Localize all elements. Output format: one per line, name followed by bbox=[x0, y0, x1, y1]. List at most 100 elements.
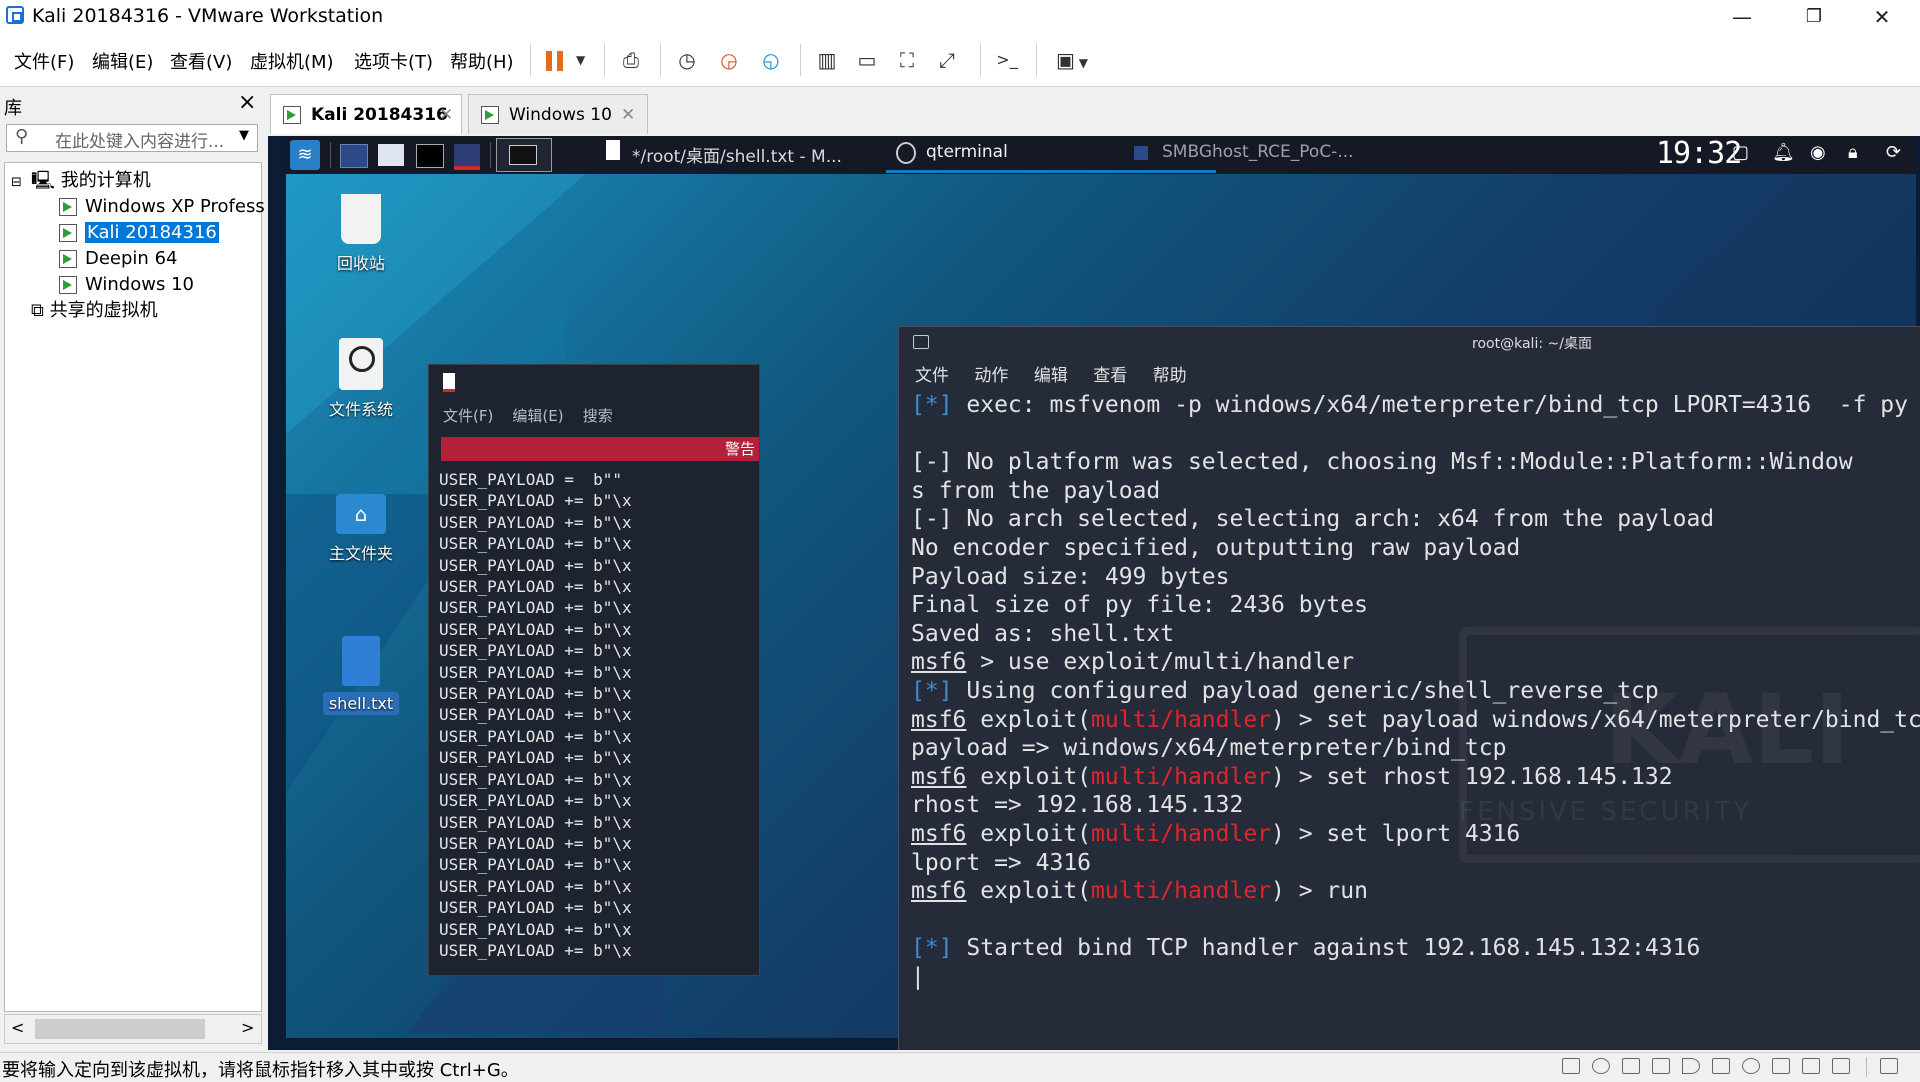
power-icon[interactable]: ⟳ bbox=[1886, 142, 1901, 163]
sound-card-icon[interactable] bbox=[1682, 1058, 1700, 1074]
tree-item-deepin[interactable]: Deepin 64 bbox=[59, 247, 177, 271]
message-log-icon[interactable] bbox=[1832, 1058, 1850, 1074]
collapse-toggle-icon[interactable]: ⊟ bbox=[11, 171, 22, 195]
editor-menu-search[interactable]: 搜索 bbox=[583, 407, 613, 425]
task-editor[interactable]: */root/桌面/shell.txt - M... bbox=[632, 142, 842, 167]
tab-kali[interactable]: Kali 20184316 ✕ bbox=[270, 94, 462, 134]
cd-dvd-icon[interactable] bbox=[1592, 1058, 1610, 1074]
tab-label: Kali 20184316 bbox=[311, 105, 448, 125]
task-qterminal[interactable]: qterminal bbox=[926, 142, 1008, 162]
terminal-menu-edit[interactable]: 编辑 bbox=[1034, 366, 1068, 386]
vm-display[interactable]: ≋ */root/桌面/shell.txt - M... qterminal S… bbox=[268, 136, 1920, 1050]
snapshot-manager-icon[interactable]: ◵ bbox=[752, 42, 790, 78]
tab-close-icon[interactable]: ✕ bbox=[439, 95, 453, 135]
tree-item-kali[interactable]: Kali 20184316 bbox=[59, 221, 219, 245]
terminal-launcher-icon[interactable] bbox=[416, 144, 444, 168]
tree-item-shared-vms[interactable]: ⧉ 共享的虚拟机 bbox=[31, 299, 158, 323]
desktop-icon-trash[interactable]: 回收站 bbox=[306, 194, 416, 274]
menu-vm[interactable]: 虚拟机(M) bbox=[250, 48, 334, 74]
editor-code: USER_PAYLOAD = b"" USER_PAYLOAD += b"\x US… bbox=[439, 469, 632, 961]
floppy-icon[interactable] bbox=[1802, 1058, 1820, 1074]
display-icon[interactable] bbox=[1772, 1058, 1790, 1074]
editor-code-line: USER_PAYLOAD += b"\x bbox=[439, 705, 632, 725]
tree-item-windows-10[interactable]: Windows 10 bbox=[59, 273, 194, 297]
menu-tabs[interactable]: 选项卡(T) bbox=[354, 48, 433, 74]
menu-help[interactable]: 帮助(H) bbox=[450, 48, 514, 74]
task-smbghost[interactable]: SMBGhost_RCE_PoC-... bbox=[1162, 142, 1354, 162]
library-search-input[interactable]: 在此处键入内容进行... bbox=[55, 127, 224, 152]
terminal-menu-file[interactable]: 文件 bbox=[915, 366, 949, 386]
show-library-icon[interactable]: ▥ bbox=[808, 42, 846, 78]
file-manager-icon[interactable] bbox=[378, 144, 404, 166]
terminal-window[interactable]: root@kali: ~/桌面 _ ◻ ✕ 文件 动作 编辑 查看 帮助 KAL… bbox=[898, 326, 1920, 1050]
panel-clock[interactable]: 19:32 bbox=[1656, 136, 1742, 171]
search-dropdown-icon[interactable]: ▼ bbox=[239, 128, 249, 143]
show-desktop-icon[interactable] bbox=[340, 144, 368, 168]
terminal-output[interactable]: [*] exec: msfvenom -p windows/x64/meterp… bbox=[911, 391, 1920, 991]
workspace-switcher[interactable] bbox=[496, 138, 552, 172]
scroll-right-icon[interactable]: > bbox=[241, 1018, 254, 1037]
hard-disk-icon[interactable] bbox=[1562, 1058, 1580, 1074]
terminal-menu-actions[interactable]: 动作 bbox=[974, 366, 1008, 386]
terminal-line: Payload size: 499 bytes bbox=[911, 563, 1230, 590]
printer-icon[interactable] bbox=[1652, 1058, 1670, 1074]
desktop-icon-label: 主文件夹 bbox=[328, 544, 393, 563]
desktop-icon-filesystem[interactable]: 文件系统 bbox=[306, 338, 416, 420]
editor-menu-edit[interactable]: 编辑(E) bbox=[512, 407, 563, 425]
browser-icon[interactable] bbox=[454, 144, 480, 170]
close-button[interactable]: ✕ bbox=[1852, 0, 1912, 34]
maximize-button[interactable]: ❐ bbox=[1784, 0, 1844, 34]
vm-icon bbox=[59, 250, 77, 268]
console-view-icon[interactable]: >_ bbox=[988, 42, 1026, 78]
usb-device-icon[interactable] bbox=[1712, 1058, 1730, 1074]
terminal-line: msf6 exploit(multi/handler) > set lport … bbox=[911, 820, 1521, 847]
shared-vms-icon: ⧉ bbox=[31, 300, 44, 321]
library-search-box[interactable]: ⚲ 在此处键入内容进行... ▼ bbox=[6, 124, 258, 152]
computer-icon: 🖳 bbox=[31, 170, 56, 191]
scrollbar-thumb[interactable] bbox=[35, 1019, 205, 1039]
editor-code-line: USER_PAYLOAD += b"\x bbox=[439, 555, 632, 575]
panel-separator bbox=[330, 142, 331, 168]
desktop-icon-shell-txt[interactable]: shell.txt bbox=[306, 636, 416, 715]
send-ctrl-alt-del-icon[interactable]: ⎙ bbox=[612, 42, 650, 78]
library-close-icon[interactable]: × bbox=[238, 90, 256, 115]
editor-app-icon bbox=[443, 373, 455, 392]
vm-icon bbox=[59, 198, 77, 216]
pause-button[interactable]: ▼ bbox=[538, 42, 594, 78]
full-screen-icon[interactable]: ⛶ bbox=[888, 42, 926, 78]
unity-icon[interactable]: ⤢ bbox=[928, 42, 966, 78]
tab-close-icon[interactable]: ✕ bbox=[621, 95, 635, 135]
notifications-icon[interactable] bbox=[1880, 1058, 1898, 1074]
editor-menu-file[interactable]: 文件(F) bbox=[443, 407, 493, 425]
lock-icon[interactable]: 🔒︎ bbox=[1848, 142, 1858, 163]
snapshot-icon[interactable]: ◷ bbox=[668, 42, 706, 78]
thumbnail-bar-icon[interactable]: ▭ bbox=[848, 42, 886, 78]
terminal-menu-view[interactable]: 查看 bbox=[1093, 366, 1127, 386]
terminal-titlebar: root@kali: ~/桌面 _ ◻ ✕ bbox=[899, 327, 1920, 359]
kali-menu-icon[interactable]: ≋ bbox=[290, 140, 320, 170]
toolbar-separator bbox=[800, 44, 801, 76]
camera-icon[interactable] bbox=[1742, 1058, 1760, 1074]
stretch-guest-icon[interactable]: ▣ ▼ bbox=[1044, 42, 1100, 78]
notification-bell-icon[interactable]: 🔔︎ bbox=[1772, 142, 1795, 163]
tree-item-windows-xp[interactable]: Windows XP Profess bbox=[59, 195, 265, 219]
vm-tab-bar: Kali 20184316 ✕ Windows 10 ✕ bbox=[268, 88, 1920, 136]
panel-separator bbox=[490, 142, 491, 168]
background-editor-window[interactable]: 文件(F) 编辑(E) 搜索 警告 USER_PAYLOAD = b"" USER… bbox=[428, 364, 760, 976]
scroll-left-icon[interactable]: < bbox=[11, 1018, 24, 1037]
editor-code-line: USER_PAYLOAD += b"\x bbox=[439, 898, 632, 918]
desktop-icon-home[interactable]: ⌂ 主文件夹 bbox=[306, 494, 416, 564]
menu-edit[interactable]: 编辑(E) bbox=[92, 48, 153, 74]
revert-snapshot-icon[interactable]: ◶ bbox=[710, 42, 748, 78]
network-adapter-icon[interactable] bbox=[1622, 1058, 1640, 1074]
tree-item-my-computer[interactable]: 🖳 我的计算机 bbox=[31, 169, 151, 193]
minimize-button[interactable]: — bbox=[1712, 0, 1772, 34]
tab-windows-10[interactable]: Windows 10 ✕ bbox=[468, 94, 648, 134]
screen-icon[interactable]: ▢ bbox=[1732, 142, 1749, 163]
network-icon[interactable]: ◉ bbox=[1810, 142, 1826, 163]
menu-file[interactable]: 文件(F) bbox=[14, 48, 74, 74]
menu-view[interactable]: 查看(V) bbox=[170, 48, 232, 74]
menu-toolbar: 文件(F) 编辑(E) 查看(V) 虚拟机(M) 选项卡(T) 帮助(H) ▼ … bbox=[0, 34, 1920, 87]
library-horizontal-scrollbar[interactable]: < > bbox=[4, 1014, 262, 1044]
terminal-menu-help[interactable]: 帮助 bbox=[1153, 366, 1187, 386]
